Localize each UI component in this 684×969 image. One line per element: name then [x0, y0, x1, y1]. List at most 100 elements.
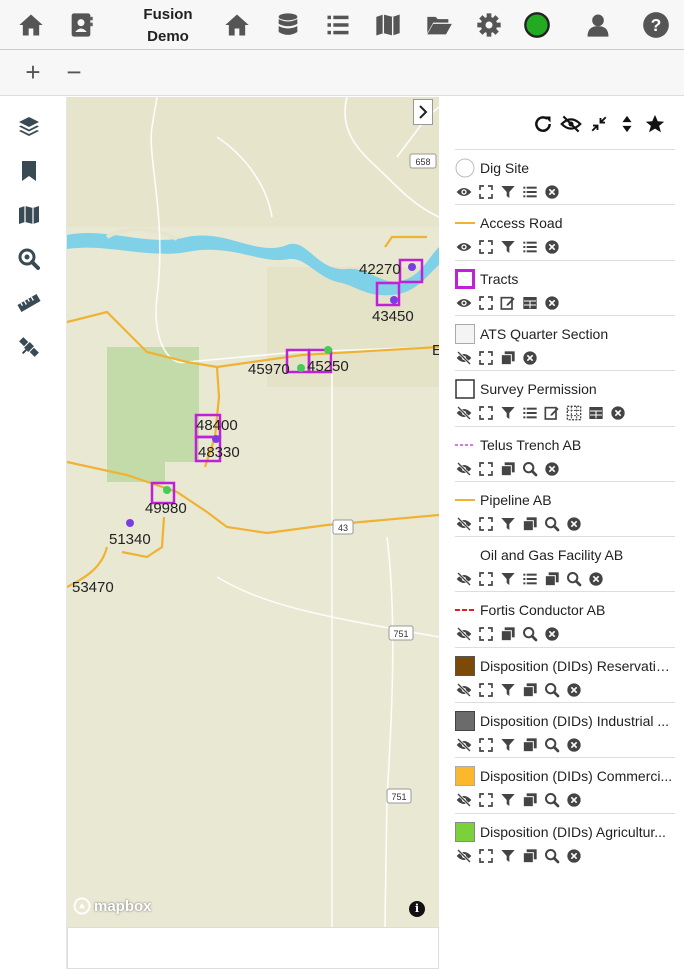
copy-icon[interactable] [499, 625, 517, 643]
map-view[interactable]: 658 43 751 751 42270 43450 45970 45250 4… [67, 97, 439, 927]
layer-name[interactable]: Dig Site [480, 160, 529, 176]
visibility-hidden-icon[interactable] [455, 570, 473, 588]
list-icon[interactable] [321, 8, 355, 42]
visibility-hidden-icon[interactable] [455, 404, 473, 422]
filter-icon[interactable] [499, 791, 517, 809]
layer-name[interactable]: Survey Permission [480, 381, 597, 397]
filter-icon[interactable] [499, 183, 517, 201]
address-book-icon[interactable] [64, 8, 98, 42]
map-info-button[interactable]: i [409, 901, 425, 917]
mapbox-logo[interactable]: mapbox [73, 897, 152, 915]
search-icon[interactable] [565, 570, 583, 588]
grid-select-icon[interactable] [565, 404, 583, 422]
status-indicator-icon[interactable] [520, 8, 554, 42]
satellite-icon[interactable] [14, 332, 44, 362]
remove-layer-icon[interactable] [543, 625, 561, 643]
copy-icon[interactable] [521, 791, 539, 809]
zoom-extent-icon[interactable] [477, 791, 495, 809]
layer-name[interactable]: ATS Quarter Section [480, 326, 608, 342]
layer-name[interactable]: Tracts [480, 271, 518, 287]
zoom-search-icon[interactable] [14, 244, 44, 274]
visibility-hidden-icon[interactable] [455, 681, 473, 699]
layer-name[interactable]: Fortis Conductor AB [480, 602, 605, 618]
search-icon[interactable] [521, 460, 539, 478]
layer-name[interactable]: Disposition (DIDs) Industrial ... [480, 713, 669, 729]
search-icon[interactable] [543, 736, 561, 754]
remove-layer-icon[interactable] [565, 681, 583, 699]
remove-layer-icon[interactable] [543, 183, 561, 201]
help-icon[interactable]: ? [639, 8, 673, 42]
visibility-hidden-icon[interactable] [455, 349, 473, 367]
remove-layer-icon[interactable] [521, 349, 539, 367]
remove-layer-icon[interactable] [609, 404, 627, 422]
copy-icon[interactable] [521, 736, 539, 754]
filter-icon[interactable] [499, 847, 517, 865]
ruler-icon[interactable] [14, 288, 44, 318]
zoom-extent-icon[interactable] [477, 736, 495, 754]
layer-name[interactable]: Disposition (DIDs) Commerci... [480, 768, 672, 784]
layer-name[interactable]: Access Road [480, 215, 562, 231]
panel-toggle-button[interactable] [413, 99, 433, 125]
search-icon[interactable] [543, 791, 561, 809]
legend-list-icon[interactable] [521, 238, 539, 256]
layer-name[interactable]: Disposition (DIDs) Agricultur... [480, 824, 666, 840]
visibility-eye-icon[interactable] [455, 183, 473, 201]
search-icon[interactable] [543, 681, 561, 699]
legend-list-icon[interactable] [521, 570, 539, 588]
gear-icon[interactable] [472, 8, 506, 42]
visibility-hidden-icon[interactable] [455, 460, 473, 478]
layer-name[interactable]: Oil and Gas Facility AB [480, 547, 623, 563]
sort-icon[interactable] [616, 113, 638, 135]
map-icon[interactable] [371, 8, 405, 42]
remove-layer-icon[interactable] [587, 570, 605, 588]
remove-layer-icon[interactable] [565, 736, 583, 754]
remove-layer-icon[interactable] [543, 294, 561, 312]
search-icon[interactable] [543, 847, 561, 865]
home-icon[interactable] [220, 8, 254, 42]
attribute-table-icon[interactable] [587, 404, 605, 422]
zoom-extent-icon[interactable] [477, 460, 495, 478]
remove-layer-icon[interactable] [565, 791, 583, 809]
zoom-extent-icon[interactable] [477, 515, 495, 533]
zoom-extent-icon[interactable] [477, 349, 495, 367]
search-icon[interactable] [543, 515, 561, 533]
attribute-table-icon[interactable] [521, 294, 539, 312]
hide-all-icon[interactable] [560, 113, 582, 135]
zoom-in-button[interactable]: + [17, 57, 49, 89]
zoom-extent-icon[interactable] [477, 183, 495, 201]
home-icon[interactable] [14, 8, 48, 42]
search-icon[interactable] [521, 625, 539, 643]
visibility-hidden-icon[interactable] [455, 847, 473, 865]
visibility-eye-icon[interactable] [455, 294, 473, 312]
layer-name[interactable]: Disposition (DIDs) Reservatio... [480, 658, 675, 674]
zoom-extent-icon[interactable] [477, 570, 495, 588]
favorite-icon[interactable] [644, 113, 666, 135]
filter-icon[interactable] [499, 570, 517, 588]
visibility-hidden-icon[interactable] [455, 515, 473, 533]
remove-layer-icon[interactable] [543, 460, 561, 478]
edit-icon[interactable] [543, 404, 561, 422]
filter-icon[interactable] [499, 681, 517, 699]
remove-layer-icon[interactable] [543, 238, 561, 256]
filter-icon[interactable] [499, 515, 517, 533]
visibility-hidden-icon[interactable] [455, 791, 473, 809]
collapse-icon[interactable] [588, 113, 610, 135]
visibility-hidden-icon[interactable] [455, 625, 473, 643]
legend-list-icon[interactable] [521, 404, 539, 422]
remove-layer-icon[interactable] [565, 847, 583, 865]
copy-icon[interactable] [521, 515, 539, 533]
map-icon[interactable] [14, 200, 44, 230]
copy-icon[interactable] [499, 460, 517, 478]
layers-icon[interactable] [14, 112, 44, 142]
filter-icon[interactable] [499, 736, 517, 754]
filter-icon[interactable] [499, 404, 517, 422]
copy-icon[interactable] [499, 349, 517, 367]
zoom-out-button[interactable]: − [58, 57, 90, 89]
layer-name[interactable]: Pipeline AB [480, 492, 552, 508]
bookmark-icon[interactable] [14, 156, 44, 186]
visibility-eye-icon[interactable] [455, 238, 473, 256]
copy-icon[interactable] [521, 847, 539, 865]
refresh-icon[interactable] [532, 113, 554, 135]
zoom-extent-icon[interactable] [477, 294, 495, 312]
zoom-extent-icon[interactable] [477, 625, 495, 643]
